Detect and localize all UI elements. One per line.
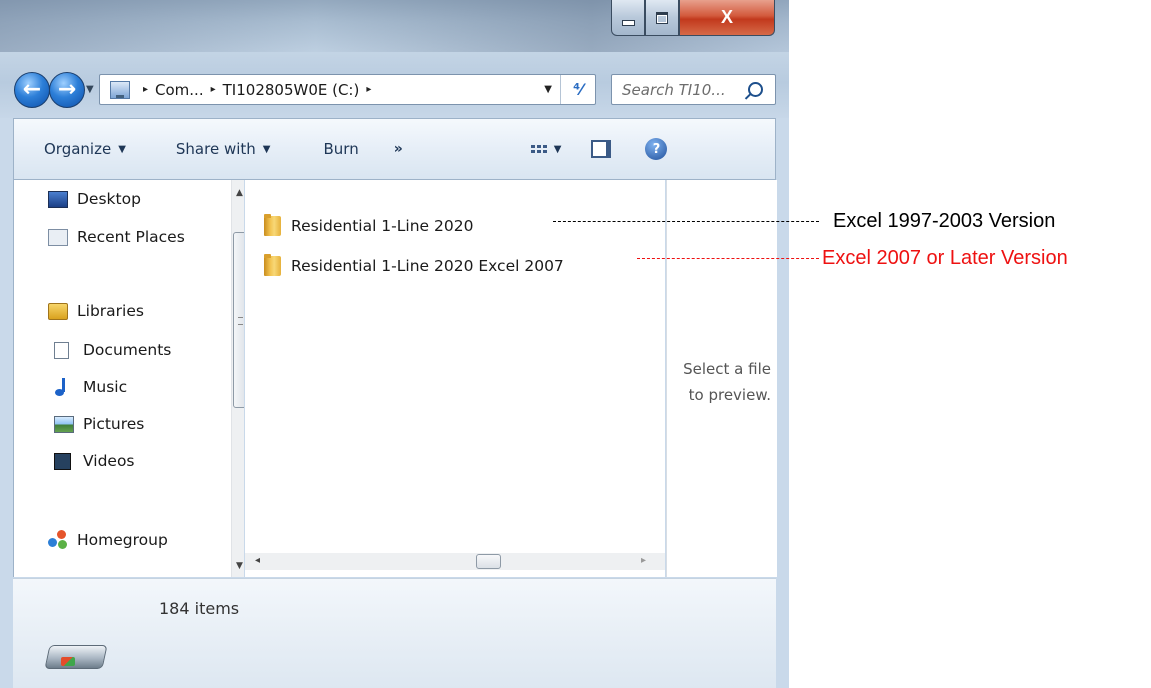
more-commands-button[interactable]: » [394,141,403,157]
computer-icon [110,80,130,99]
nav-item-videos[interactable]: Videos [54,452,135,470]
minimize-icon [621,19,635,26]
annotation-excel-2007: Excel 2007 or Later Version [637,247,1068,270]
address-bar[interactable]: ▸ Com... ▸ TI102805W0E (C:) ▸ ▼ ⁴⁄ [99,74,596,105]
videos-icon [54,452,71,470]
recent-places-icon [48,228,68,246]
back-arrow-icon: ← [22,77,42,102]
nav-item-label: Pictures [83,415,145,433]
breadcrumb-drive-label: TI102805W0E (C:) [222,80,360,99]
title-bar[interactable]: X ← → ▼ ▸ Com... ▸ TI102805W0E (C:) ▸ ▼ … [0,0,789,118]
search-icon[interactable] [748,82,763,97]
nav-item-label: Music [83,378,128,396]
preview-message: Select a file to preview. [667,356,771,408]
annotation-excel-1997-2003: Excel 1997-2003 Version [553,210,1055,233]
view-grid-icon [530,145,547,153]
minimize-button[interactable] [611,0,645,36]
chevron-down-icon: ▼ [553,143,562,155]
music-icon [54,378,69,396]
nav-item-label: Desktop [77,190,141,208]
breadcrumb-separator-icon[interactable]: ▸ [143,84,148,95]
homegroup-icon [48,530,68,550]
nav-item-label: Libraries [77,302,144,320]
explorer-window: X ← → ▼ ▸ Com... ▸ TI102805W0E (C:) ▸ ▼ … [0,0,789,688]
organize-button[interactable]: Organize ▼ [44,140,126,158]
nav-item-documents[interactable]: Documents [54,341,171,359]
breadcrumb-computer-label: Com... [155,80,204,99]
help-button[interactable]: ? [645,138,668,160]
dashed-leader-line [553,221,819,222]
chevron-down-icon: ▼ [118,143,126,155]
scroll-right-icon[interactable]: ▸ [641,555,646,566]
scroll-left-icon[interactable]: ◂ [255,555,260,566]
close-button[interactable]: X [679,0,775,36]
pictures-icon [54,415,74,433]
scroll-down-icon[interactable]: ▼ [236,561,243,571]
breadcrumb-separator-icon[interactable]: ▸ [211,84,216,95]
change-view-button[interactable]: ▼ [530,143,562,155]
nav-item-label: Homegroup [77,531,168,549]
grip-icon [238,317,243,325]
details-pane: 184 items [13,578,776,688]
breadcrumb-separator-icon[interactable]: ▸ [366,84,371,95]
horizontal-scrollbar[interactable]: ◂ ▸ [245,553,665,570]
recent-pages-dropdown[interactable]: ▼ [86,84,94,95]
breadcrumb-drive[interactable]: ▸ TI102805W0E (C:) ▸ [204,81,379,99]
preview-message-line: to preview. [688,386,771,404]
close-icon: X [720,7,733,27]
scrollbar-thumb[interactable] [476,554,501,569]
navigation-pane: Desktop Recent Places Libraries Document… [13,180,244,577]
help-icon: ? [652,141,661,157]
folder-name: Residential 1-Line 2020 [291,217,474,235]
folder-icon [264,214,281,236]
nav-item-label: Documents [83,341,172,359]
organize-label: Organize [44,140,112,158]
nav-item-libraries[interactable]: Libraries [48,302,144,320]
item-count: 184 items [159,599,240,618]
file-list-pane: Residential 1-Line 2020 Residential 1-Li… [245,180,665,577]
refresh-button[interactable]: ⁴⁄ [560,75,595,104]
folder-item[interactable]: Residential 1-Line 2020 [264,214,474,236]
folder-item[interactable]: Residential 1-Line 2020 Excel 2007 [264,254,564,276]
folder-name: Residential 1-Line 2020 Excel 2007 [291,257,564,275]
back-button[interactable]: ← [14,72,50,108]
nav-item-pictures[interactable]: Pictures [54,415,144,433]
maximize-button[interactable] [645,0,679,36]
command-bar: Organize ▼ Share with ▼ Burn » ▼ ? [13,118,776,180]
navigation-scrollbar[interactable]: ▲ ▼ [231,180,244,577]
dashed-leader-line [637,258,819,259]
share-with-label: Share with [175,140,256,158]
maximize-icon [656,11,668,24]
desktop-icon [48,190,68,208]
nav-item-homegroup[interactable]: Homegroup [48,530,168,550]
breadcrumb-computer[interactable]: ▸ Com... [136,81,204,99]
preview-pane-toggle-icon[interactable] [591,140,612,158]
preview-pane: Select a file to preview. [666,180,777,577]
nav-item-label: Recent Places [77,228,185,246]
annotation-label: Excel 1997-2003 Version [833,210,1056,232]
address-dropdown-button[interactable]: ▼ [536,84,560,95]
annotation-label: Excel 2007 or Later Version [822,247,1068,269]
scrollbar-thumb[interactable] [233,232,244,408]
documents-icon [54,341,69,359]
refresh-icon: ⁴⁄ [573,80,583,99]
scroll-up-icon[interactable]: ▲ [236,188,243,198]
folder-icon [264,254,281,276]
nav-item-label: Videos [83,452,135,470]
preview-message-line: Select a file [683,360,771,378]
forward-button[interactable]: → [49,72,85,108]
forward-arrow-icon: → [57,77,77,102]
chevron-down-icon: ▼ [262,143,271,155]
nav-item-music[interactable]: Music [54,378,127,396]
hard-drive-icon [43,631,109,675]
share-with-button[interactable]: Share with ▼ [176,140,271,158]
nav-item-desktop[interactable]: Desktop [48,190,141,208]
libraries-icon [48,302,68,320]
search-box[interactable] [611,74,776,105]
nav-item-recent-places[interactable]: Recent Places [48,228,185,246]
search-input[interactable] [622,80,740,99]
burn-button[interactable]: Burn [324,140,359,158]
